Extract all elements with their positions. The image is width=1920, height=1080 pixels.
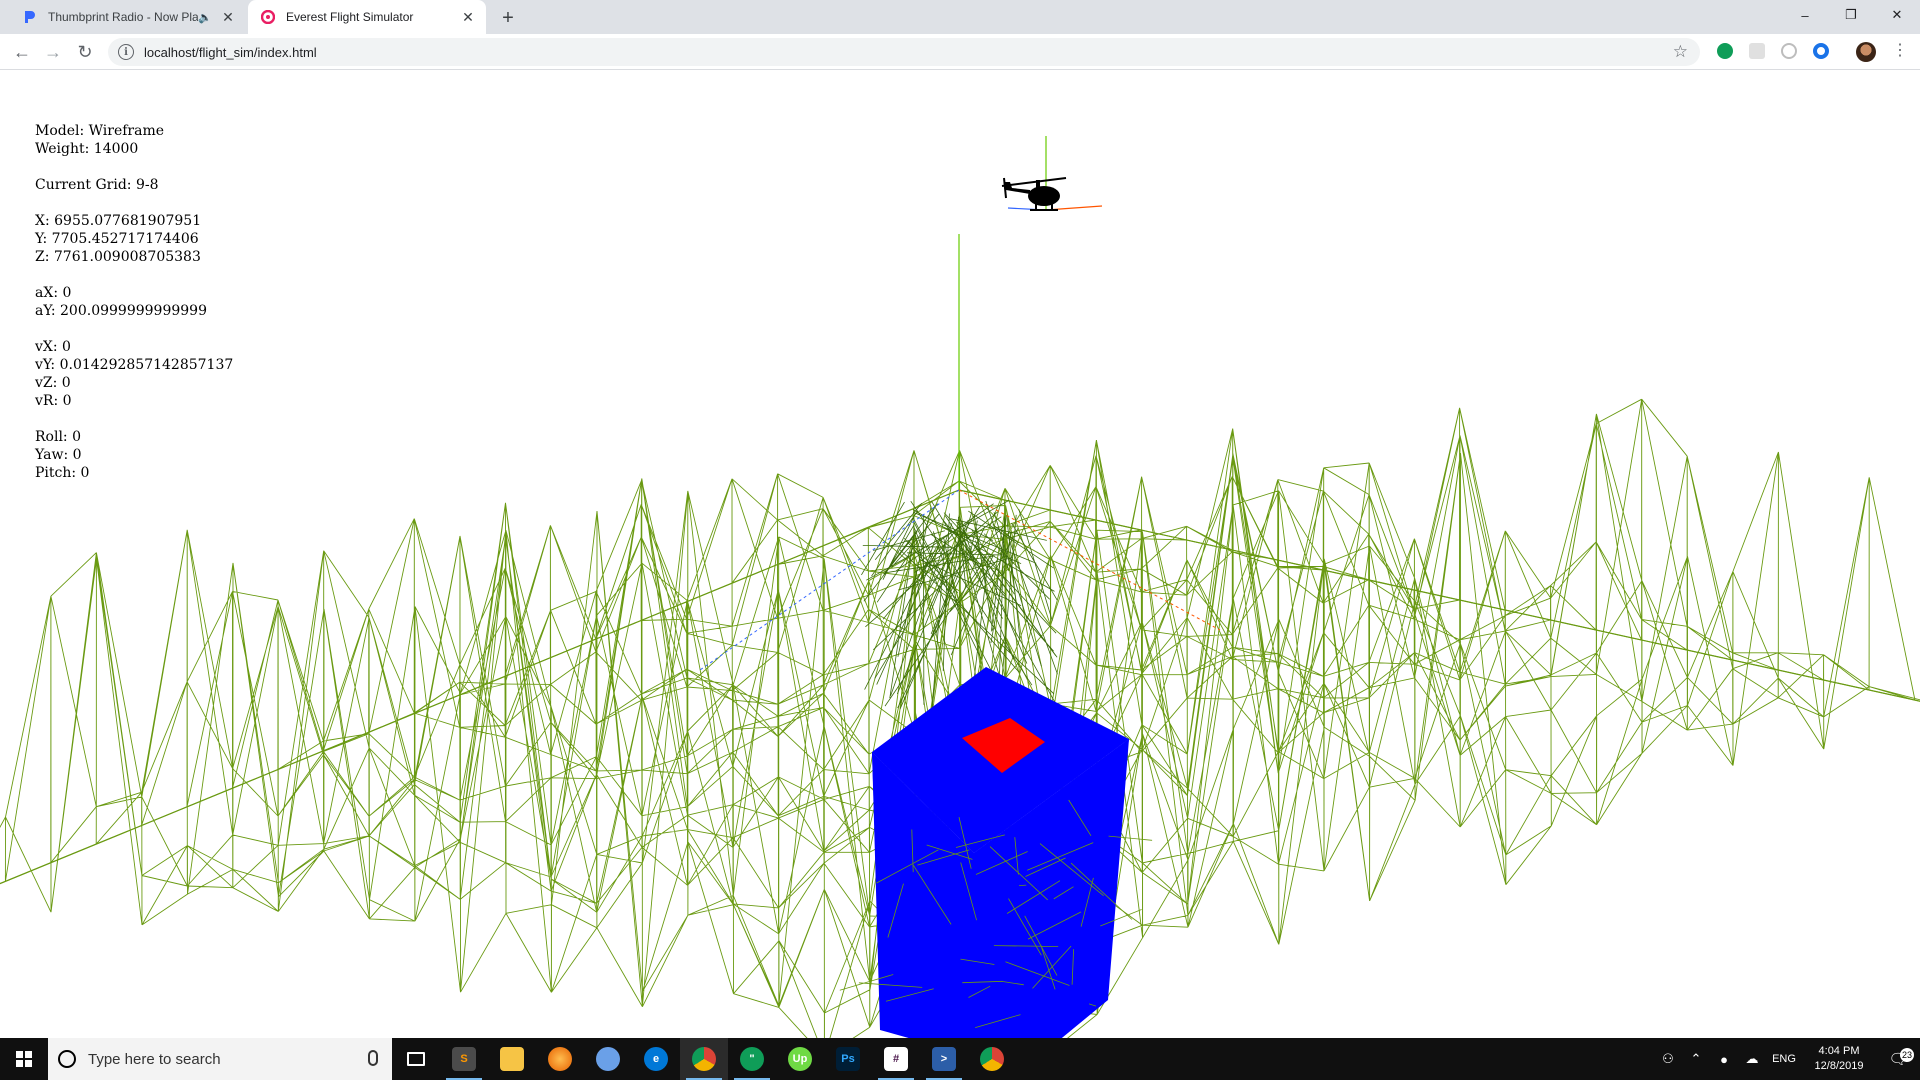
yaw-readout: Yaw: 0 <box>35 447 82 463</box>
tray-app-icon[interactable]: ● <box>1710 1052 1738 1067</box>
clock[interactable]: 4:04 PM 12/8/2019 <box>1802 1044 1876 1074</box>
file-explorer-icon[interactable] <box>488 1038 536 1080</box>
flight-scene-canvas[interactable] <box>0 70 1920 1038</box>
model-readout: Model: Wireframe <box>35 123 165 139</box>
url-text[interactable]: localhost/flight_sim/index.html <box>144 45 317 60</box>
tab-everest-flight-simulator[interactable]: Everest Flight Simulator ✕ <box>248 0 486 34</box>
language-indicator[interactable]: ENG <box>1766 1053 1802 1065</box>
extension-blue-icon[interactable] <box>1813 43 1829 59</box>
bookmark-star-icon[interactable]: ☆ <box>1673 42 1688 62</box>
reload-icon[interactable]: ↻ <box>73 40 97 64</box>
forward-arrow-icon[interactable]: → <box>41 40 65 64</box>
sublime-text-icon[interactable]: S <box>440 1038 488 1080</box>
hangouts-icon[interactable]: " <box>728 1038 776 1080</box>
windows-taskbar: Type here to search S e " Up Ps # > ⚇ ⌃ … <box>0 1038 1920 1080</box>
minimize-button[interactable]: – <box>1782 0 1828 30</box>
edge-icon[interactable]: e <box>632 1038 680 1080</box>
pitch-readout: Pitch: 0 <box>35 465 90 481</box>
close-tab-icon[interactable]: ✕ <box>458 7 478 27</box>
browser-globe-icon[interactable] <box>584 1038 632 1080</box>
chrome-icon[interactable] <box>680 1038 728 1080</box>
extension-ring-icon[interactable] <box>1781 43 1797 59</box>
network-icon[interactable]: ☁ <box>1738 1051 1766 1067</box>
photoshop-icon[interactable]: Ps <box>824 1038 872 1080</box>
x-readout: X: 6955.077681907951 <box>35 213 202 229</box>
weight-readout: Weight: 14000 <box>35 141 139 157</box>
flight-telemetry-panel: Model: Wireframe Weight: 14000 Current G… <box>35 122 233 482</box>
building <box>839 667 1153 1038</box>
close-window-button[interactable]: ✕ <box>1874 0 1920 30</box>
windows-start-icon[interactable] <box>0 1038 48 1080</box>
vr-readout: vR: 0 <box>35 393 72 409</box>
vx-readout: vX: 0 <box>35 339 71 355</box>
vz-readout: vZ: 0 <box>35 375 71 391</box>
helicopter[interactable] <box>1001 136 1103 211</box>
vy-readout: vY: 0.014292857142857137 <box>35 357 234 373</box>
tab-thumbprint-radio[interactable]: Thumbprint Radio - Now Pla 🔈 ✕ <box>10 0 246 34</box>
close-tab-icon[interactable]: ✕ <box>218 7 238 27</box>
address-bar[interactable]: i localhost/flight_sim/index.html ☆ <box>108 38 1700 66</box>
tab-strip: Thumbprint Radio - Now Pla 🔈 ✕ Everest F… <box>0 0 1920 34</box>
clock-time: 4:04 PM <box>1818 1045 1860 1057</box>
chrome-icon[interactable] <box>968 1038 1016 1080</box>
taskbar-search-box[interactable]: Type here to search <box>48 1038 392 1080</box>
browser-toolbar: ← → ↻ i localhost/flight_sim/index.html … <box>0 34 1920 70</box>
clock-date: 12/8/2019 <box>1814 1060 1864 1072</box>
speaker-icon[interactable]: 🔈 <box>198 11 214 24</box>
upwork-icon[interactable]: Up <box>776 1038 824 1080</box>
search-placeholder: Type here to search <box>88 1050 221 1068</box>
powershell-icon[interactable]: > <box>920 1038 968 1080</box>
restore-button[interactable]: ❐ <box>1828 0 1874 30</box>
tab-title: Thumbprint Radio - Now Pla <box>48 10 198 24</box>
task-view-icon[interactable] <box>392 1038 440 1080</box>
z-readout: Z: 7761.009008705383 <box>35 249 201 265</box>
browser-menu-icon[interactable]: ⋮ <box>1892 40 1908 60</box>
y-readout: Y: 7705.452717174406 <box>35 231 199 247</box>
page-viewport: Model: Wireframe Weight: 14000 Current G… <box>0 70 1920 1038</box>
extension-green-icon[interactable] <box>1717 43 1733 59</box>
pandora-icon <box>22 9 38 25</box>
slack-icon[interactable]: # <box>872 1038 920 1080</box>
new-tab-button[interactable]: + <box>496 6 520 30</box>
firefox-icon[interactable] <box>536 1038 584 1080</box>
helicopter-icon <box>1001 177 1067 211</box>
notification-count-badge: 23 <box>1900 1048 1914 1062</box>
back-arrow-icon[interactable]: ← <box>10 40 34 64</box>
extension-grey-icon[interactable] <box>1749 43 1765 59</box>
roll-readout: Roll: 0 <box>35 429 81 445</box>
tab-title: Everest Flight Simulator <box>286 10 414 24</box>
system-tray: ⚇ ⌃ ● ☁ ENG 4:04 PM 12/8/2019 🗨 23 <box>1654 1038 1920 1080</box>
ax-readout: aX: 0 <box>35 285 72 301</box>
app-favicon-icon <box>260 9 276 25</box>
ay-readout: aY: 200.0999999999999 <box>35 303 207 319</box>
action-center-icon[interactable]: 🗨 23 <box>1876 1048 1920 1068</box>
microphone-icon[interactable] <box>368 1050 378 1066</box>
people-icon[interactable]: ⚇ <box>1654 1051 1682 1067</box>
chevron-up-icon[interactable]: ⌃ <box>1682 1051 1710 1067</box>
profile-avatar[interactable] <box>1856 42 1876 62</box>
info-icon[interactable]: i <box>118 44 134 60</box>
grid-readout: Current Grid: 9-8 <box>35 177 159 193</box>
cortana-icon <box>58 1050 76 1068</box>
